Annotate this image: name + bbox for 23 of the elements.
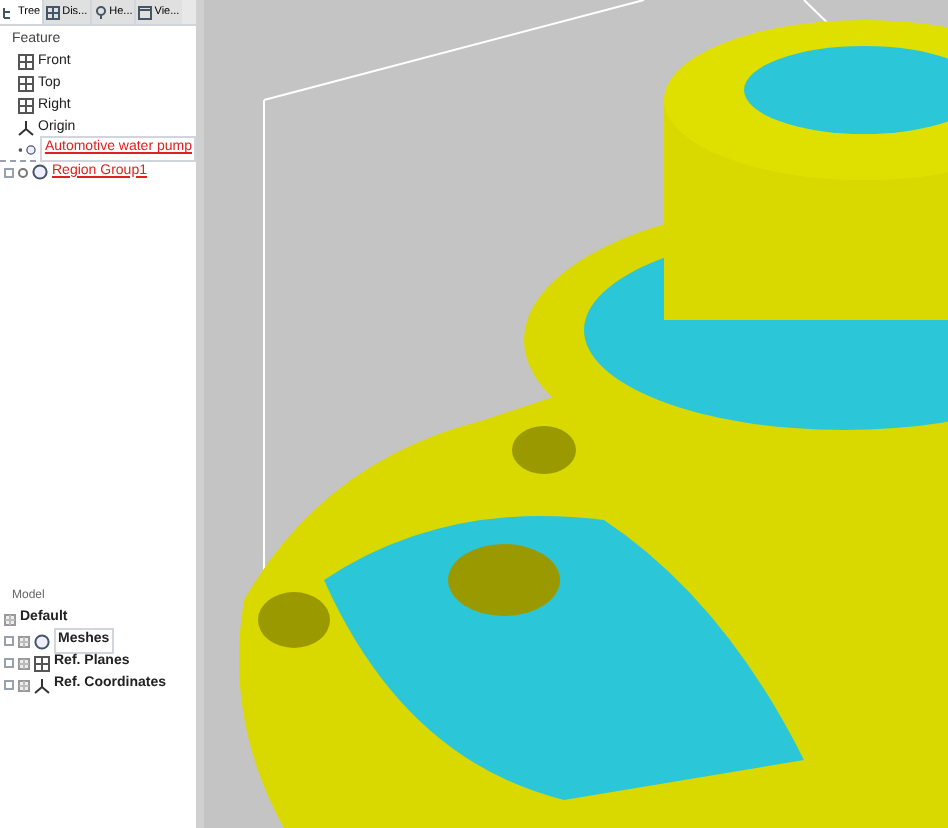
axes-icon (34, 677, 50, 693)
layers-icon[interactable] (4, 613, 16, 625)
expand-icon[interactable] (4, 680, 14, 690)
grid-icon (18, 54, 34, 70)
window-icon (138, 5, 153, 19)
dot-icon (18, 145, 23, 153)
grid-icon (18, 76, 34, 92)
grid-icon (34, 655, 50, 671)
axes-icon (18, 120, 34, 136)
layers-icon[interactable] (18, 657, 30, 669)
expand-icon[interactable] (4, 658, 14, 668)
eye-icon[interactable] (18, 167, 28, 177)
layers-icon[interactable] (18, 635, 30, 647)
circle-icon (34, 633, 50, 649)
expand-icon[interactable] (4, 167, 14, 177)
circle-icon (32, 164, 48, 180)
layers-icon[interactable] (18, 679, 30, 691)
grid-icon (46, 5, 61, 19)
grid-icon (18, 98, 34, 114)
tree-icon (2, 5, 16, 19)
circle-icon (26, 141, 37, 157)
bulb-icon (93, 5, 108, 19)
expand-icon[interactable] (4, 636, 14, 646)
